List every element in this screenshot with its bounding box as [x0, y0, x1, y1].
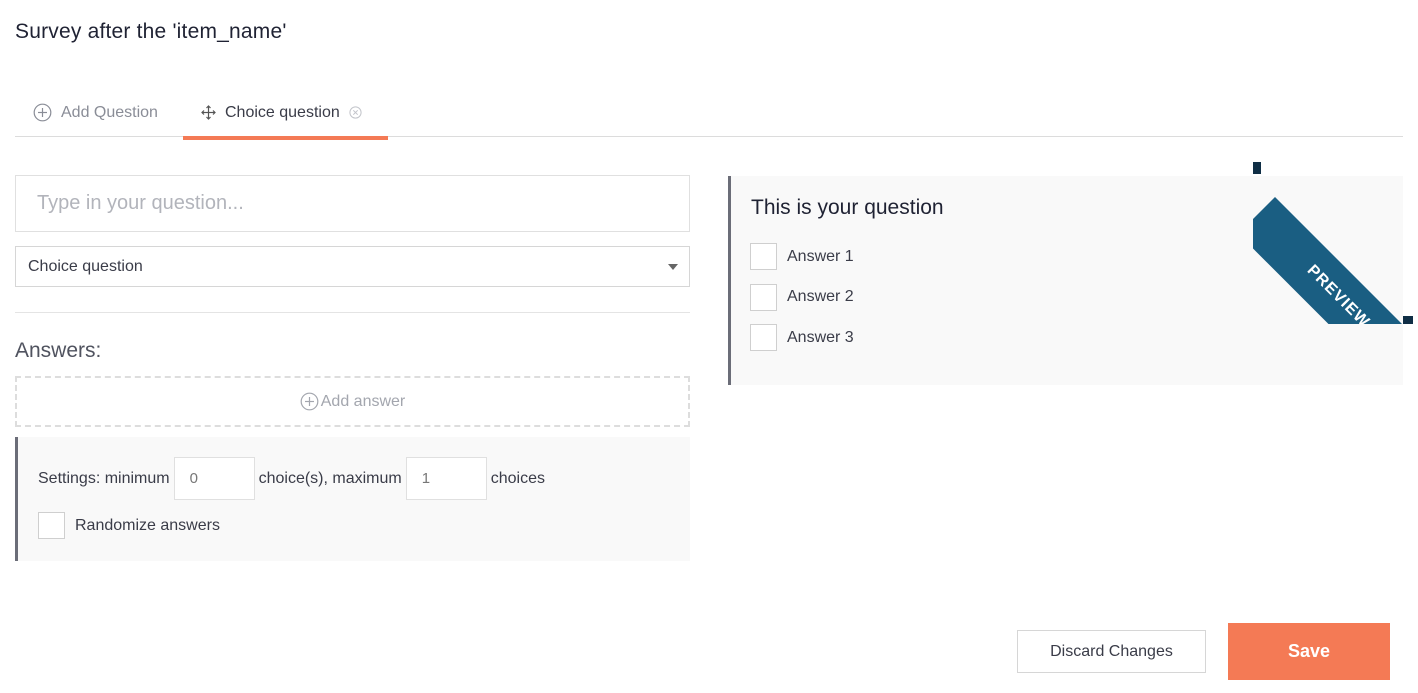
- add-answer-button[interactable]: Add answer: [15, 376, 690, 427]
- randomize-answers-checkbox[interactable]: [38, 512, 65, 539]
- randomize-answers-option[interactable]: Randomize answers: [38, 512, 220, 539]
- answer-checkbox[interactable]: [750, 243, 777, 270]
- preview-question-title: This is your question: [751, 196, 944, 219]
- preview-ribbon: PREVIEW: [1253, 162, 1415, 324]
- question-input[interactable]: [15, 175, 690, 232]
- answer-checkbox[interactable]: [750, 324, 777, 351]
- answer-label: Answer 2: [787, 288, 854, 305]
- question-tabs: Add Question Choice question: [15, 88, 1403, 140]
- tab-label: Choice question: [225, 103, 340, 121]
- answer-label: Answer 3: [787, 328, 854, 346]
- answers-heading: Answers:: [15, 339, 102, 362]
- answer-checkbox[interactable]: [750, 283, 777, 311]
- settings-panel: Settings: minimum choice(s), maximum cho…: [15, 437, 690, 561]
- chevron-down-icon: [668, 264, 678, 270]
- preview-answer-item[interactable]: Answer 1: [750, 243, 854, 270]
- answer-label: Answer 1: [787, 247, 854, 265]
- randomize-answers-label: Randomize answers: [75, 516, 220, 534]
- tab-label: Add Question: [61, 103, 158, 121]
- preview-answer-item[interactable]: Answer 3: [750, 324, 854, 351]
- choice-limits-row: Settings: minimum choice(s), maximum cho…: [38, 457, 545, 500]
- divider: [15, 312, 690, 313]
- preview-answer-list: Answer 1 Answer 2 Answer 3: [750, 243, 854, 365]
- plus-circle-icon: [33, 103, 52, 122]
- ribbon-fold: [1253, 162, 1261, 174]
- question-type-value: Choice question: [28, 257, 143, 275]
- tab-choice-question[interactable]: Choice question: [183, 88, 388, 140]
- save-button[interactable]: Save: [1228, 623, 1390, 680]
- move-icon: [201, 105, 216, 120]
- page-title: Survey after the 'item_name': [15, 20, 287, 43]
- tab-add-question[interactable]: Add Question: [33, 88, 158, 137]
- plus-circle-icon: [300, 392, 319, 411]
- add-answer-label: Add answer: [320, 392, 406, 410]
- settings-prefix: Settings: minimum: [38, 469, 170, 487]
- settings-middle: choice(s), maximum: [258, 469, 402, 487]
- minimum-choices-input[interactable]: [173, 457, 255, 500]
- settings-suffix: choices: [490, 469, 545, 487]
- discard-changes-button[interactable]: Discard Changes: [1017, 630, 1206, 673]
- ribbon-fold: [1403, 316, 1413, 324]
- preview-answer-item[interactable]: Answer 2: [750, 283, 854, 311]
- preview-ribbon-label: PREVIEW: [1253, 197, 1415, 324]
- close-circle-icon[interactable]: [349, 106, 362, 119]
- question-type-select[interactable]: Choice question: [15, 246, 690, 287]
- maximum-choices-input[interactable]: [405, 457, 487, 500]
